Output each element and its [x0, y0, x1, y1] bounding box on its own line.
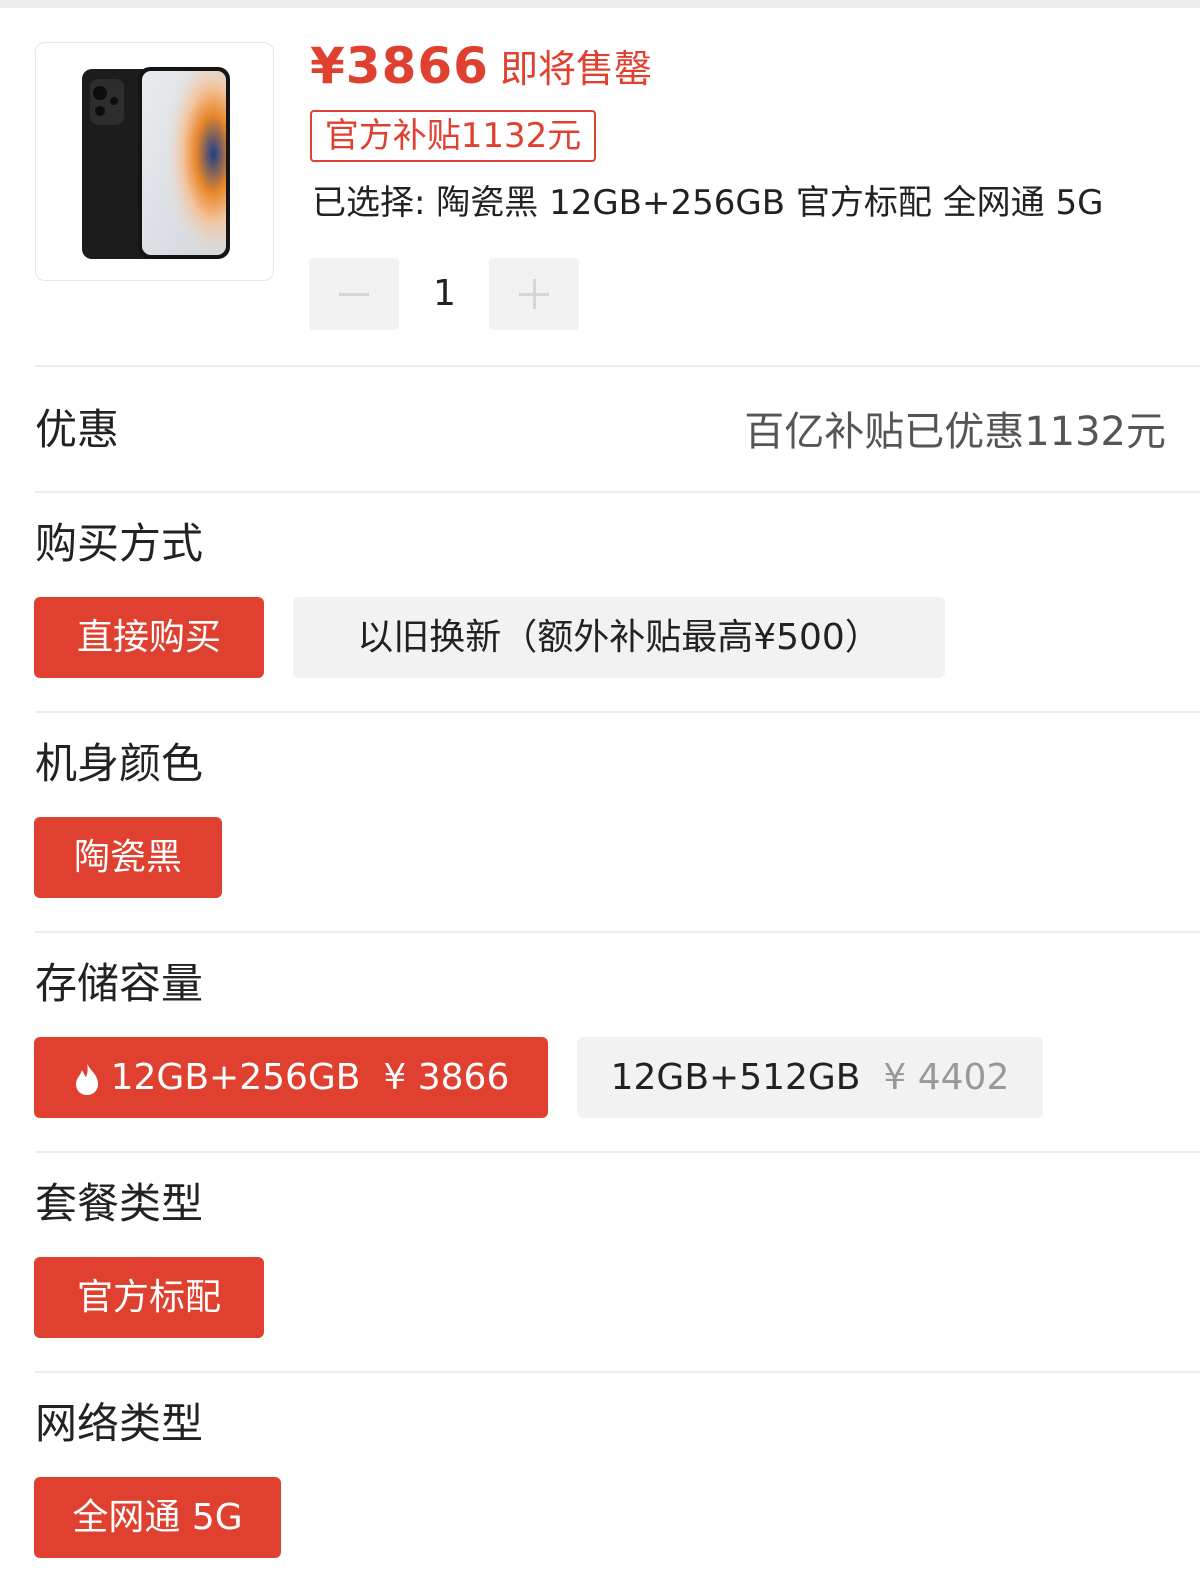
- option-package-standard[interactable]: 官方标配: [34, 1257, 264, 1338]
- package-title: 套餐类型: [35, 1179, 204, 1228]
- option-network-5g[interactable]: 全网通 5G: [34, 1477, 281, 1558]
- divider: [35, 1151, 1200, 1153]
- color-title: 机身颜色: [35, 739, 204, 788]
- purchase-method-title: 购买方式: [35, 519, 204, 568]
- option-storage-512[interactable]: 12GB+512GB ¥ 4402: [577, 1037, 1043, 1118]
- option-trade-in[interactable]: 以旧换新（额外补贴最高¥500）: [293, 597, 945, 678]
- promotion-title: 优惠: [35, 405, 120, 454]
- network-title: 网络类型: [35, 1399, 204, 1448]
- storage-option-label: 12GB+512GB: [610, 1057, 861, 1098]
- option-storage-256[interactable]: 12GB+256GB ¥ 3866: [34, 1037, 548, 1118]
- product-image[interactable]: [35, 42, 274, 281]
- divider: [35, 1371, 1200, 1373]
- top-bar: [0, 0, 1200, 8]
- option-color-ceramic-black[interactable]: 陶瓷黑: [34, 817, 222, 898]
- storage-option-price: ¥ 4402: [883, 1057, 1010, 1098]
- divider: [35, 365, 1200, 367]
- storage-option-price: ¥ 3866: [383, 1057, 510, 1098]
- option-direct-buy[interactable]: 直接购买: [34, 597, 264, 678]
- product-price: ¥3866: [310, 37, 489, 95]
- selected-spec-summary: 已选择: 陶瓷黑 12GB+256GB 官方标配 全网通 5G: [312, 183, 1104, 223]
- flame-icon: [75, 1063, 98, 1095]
- quantity-increase-button[interactable]: [489, 258, 579, 330]
- quantity-decrease-button[interactable]: [309, 258, 399, 330]
- storage-title: 存储容量: [35, 959, 204, 1008]
- phone-image: [82, 67, 230, 259]
- quantity-value: 1: [433, 273, 456, 314]
- sellout-label: 即将售罄: [500, 47, 653, 91]
- promotion-value: 百亿补贴已优惠1132元: [744, 409, 1166, 455]
- divider: [35, 711, 1200, 713]
- minus-icon: [339, 293, 369, 296]
- subsidy-tag: 官方补贴1132元: [310, 110, 596, 162]
- storage-option-label: 12GB+256GB: [110, 1057, 361, 1098]
- divider: [35, 931, 1200, 933]
- divider: [35, 491, 1200, 493]
